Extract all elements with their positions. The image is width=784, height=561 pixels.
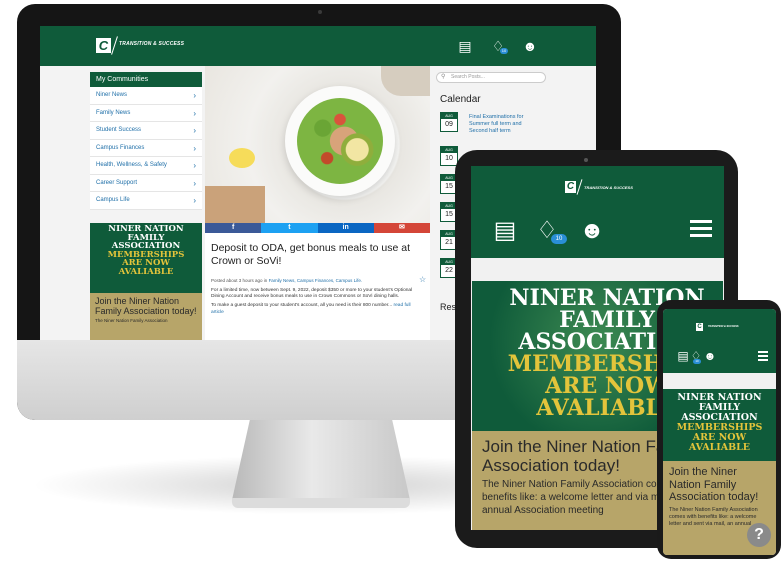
article-paragraph: For a limited time, now between Sept. 9,… — [211, 288, 413, 300]
lemon-decoration — [229, 148, 255, 168]
chevron-right-icon: › — [193, 196, 196, 205]
article-category-links[interactable]: Family News, Campus Finances, Campus Lif… — [269, 278, 363, 283]
help-button[interactable]: ? — [747, 523, 771, 547]
user-icon[interactable]: ☻ — [703, 349, 717, 363]
hand-decoration — [381, 66, 430, 96]
calendar-date-badge[interactable]: AUG 09 — [440, 112, 458, 132]
facebook-share-button[interactable]: f — [205, 223, 262, 233]
article-meta-prefix: Posted about 3 hours ago in — [211, 278, 268, 283]
imac-foot — [232, 498, 410, 508]
article-meta: Posted about 3 hours ago in Family News,… — [211, 278, 416, 283]
newspaper-icon[interactable]: ▤ — [491, 218, 519, 244]
tablet-camera — [584, 158, 588, 162]
hamburger-menu-icon[interactable] — [758, 351, 768, 361]
calendar-day: 09 — [445, 121, 453, 128]
brand-logo-text[interactable]: TRANSITION & SUCCESS — [584, 185, 633, 190]
calendar-event-link[interactable]: Final Examinations for Summer full term … — [469, 114, 541, 135]
site-header: C TRANSITION & SUCCESS ▤ ♢ 10 ☻ — [40, 26, 596, 66]
sidebar-item-label: Health, Wellness, & Safety — [96, 162, 167, 168]
article-paragraph: To make a guest deposit to your student'… — [211, 303, 421, 315]
newspaper-icon[interactable]: ▤ — [456, 38, 474, 54]
promo-text-panel: Join the Niner Nation Family Association… — [90, 293, 202, 340]
chevron-right-icon: › — [193, 143, 196, 153]
apple-logo-icon — [304, 378, 332, 410]
sidebar-item-label: Student Success — [96, 127, 142, 133]
featured-article: f t in ✉ Deposit to ODA, get bonus meals… — [205, 66, 430, 340]
phone-screen: C TRANSITION & SUCCESS ▤ ♢ 10 ☻ NINER NA… — [663, 309, 776, 555]
email-share-button[interactable]: ✉ — [373, 223, 430, 233]
share-bar: f t in ✉ — [205, 223, 430, 233]
brand-logo-icon[interactable]: C — [696, 323, 703, 331]
user-icon[interactable]: ☻ — [578, 218, 606, 244]
sidebar-item-health-wellness-safety[interactable]: Health, Wellness, & Safety › — [90, 157, 202, 175]
promo-heading: Join the Niner Nation Family Association… — [95, 296, 197, 316]
brand-logo-icon[interactable]: C — [96, 38, 111, 53]
promo-heading: Join the Niner Nation Family Association… — [669, 466, 759, 503]
cutting-board-decoration — [205, 186, 265, 223]
brand-logo-icon[interactable]: C — [565, 181, 576, 193]
favorite-star-icon[interactable]: ☆ — [419, 275, 426, 284]
search-input[interactable]: ⚲ Search Posts... — [436, 72, 546, 83]
sidebar-item-family-news[interactable]: Family News › — [90, 104, 202, 122]
logo-divider — [576, 179, 583, 195]
linkedin-share-button[interactable]: in — [317, 223, 374, 233]
brand-logo-text[interactable]: TRANSITION & SUCCESS — [119, 41, 184, 47]
tablet-site-header: C TRANSITION & SUCCESS ▤ ♢ 10 ☻ — [471, 166, 724, 258]
promo-line: AVALIABLE — [118, 266, 174, 277]
sidebar-item-label: Campus Finances — [96, 144, 145, 151]
sidebar-item-campus-finances[interactable]: Campus Finances › — [90, 139, 202, 157]
chevron-right-icon: › — [193, 108, 196, 118]
chevron-right-icon: › — [193, 91, 196, 100]
promo-headline: NINER NATION FAMILY ASSOCIATION MEMBERSH… — [90, 225, 202, 276]
search-placeholder: Search Posts... — [451, 74, 485, 80]
imac-camera — [318, 10, 322, 14]
sidebar-item-student-success[interactable]: Student Success › — [90, 122, 202, 140]
sidebar-item-career-support[interactable]: Career Support › — [90, 174, 202, 192]
calendar-day: 10 — [445, 155, 453, 162]
promo-body: The Niner Nation Family Association — [95, 318, 168, 323]
logo-divider — [111, 36, 118, 55]
resources-heading: Res — [440, 302, 457, 312]
promo-line: AVALIABLE — [688, 442, 751, 453]
sidebar-title: My Communities — [90, 72, 202, 87]
brand-logo-text[interactable]: TRANSITION & SUCCESS — [708, 325, 739, 328]
sidebar-item-label: Family News — [96, 109, 131, 116]
sidebar-item-niner-news[interactable]: Niner News › — [90, 87, 202, 105]
newspaper-icon[interactable]: ▤ — [676, 349, 690, 363]
salad-decoration — [297, 98, 383, 184]
article-hero-image[interactable] — [205, 66, 430, 223]
membership-promo-banner[interactable]: NINER NATION FAMILY ASSOCIATION MEMBERSH… — [90, 223, 202, 340]
chevron-right-icon: › — [193, 126, 196, 135]
calendar-title: Calendar — [440, 94, 481, 105]
hamburger-menu-icon[interactable] — [690, 220, 712, 238]
membership-promo-banner[interactable]: NINER NATION FAMILY ASSOCIATION MEMBERSH… — [663, 389, 776, 461]
imac-stand — [232, 420, 410, 500]
promo-headline: NINER NATION FAMILY ASSOCIATION MEMBERSH… — [663, 393, 776, 453]
article-paragraph-text: To make a guest deposit to your student'… — [211, 303, 393, 309]
user-icon[interactable]: ☻ — [521, 38, 539, 54]
article-title[interactable]: Deposit to ODA, get bonus meals to use a… — [211, 242, 421, 268]
search-icon: ⚲ — [441, 74, 446, 80]
sidebar-item-label: Campus Life — [96, 197, 130, 203]
phone-site-header: C TRANSITION & SUCCESS ▤ ♢ 10 ☻ — [663, 309, 776, 373]
notification-badge: 10 — [693, 359, 701, 364]
communities-sidebar: My Communities Niner News › Family News › … — [90, 72, 202, 210]
sidebar-item-label: Niner News — [96, 92, 128, 98]
notification-badge: 10 — [500, 48, 508, 54]
chevron-right-icon: › — [193, 178, 196, 188]
sidebar-item-campus-life[interactable]: Campus Life › — [90, 192, 202, 210]
twitter-share-button[interactable]: t — [261, 223, 318, 233]
article-body: For a limited time, now between Sept. 9,… — [211, 288, 421, 319]
notification-badge: 10 — [551, 234, 567, 244]
sidebar-item-label: Career Support — [96, 179, 138, 186]
calendar-date-badge[interactable]: AUG 10 — [440, 146, 458, 166]
device-mockup-stage: C TRANSITION & SUCCESS ▤ ♢ 10 ☻ My Commu… — [0, 0, 784, 561]
chevron-right-icon: › — [193, 161, 196, 170]
